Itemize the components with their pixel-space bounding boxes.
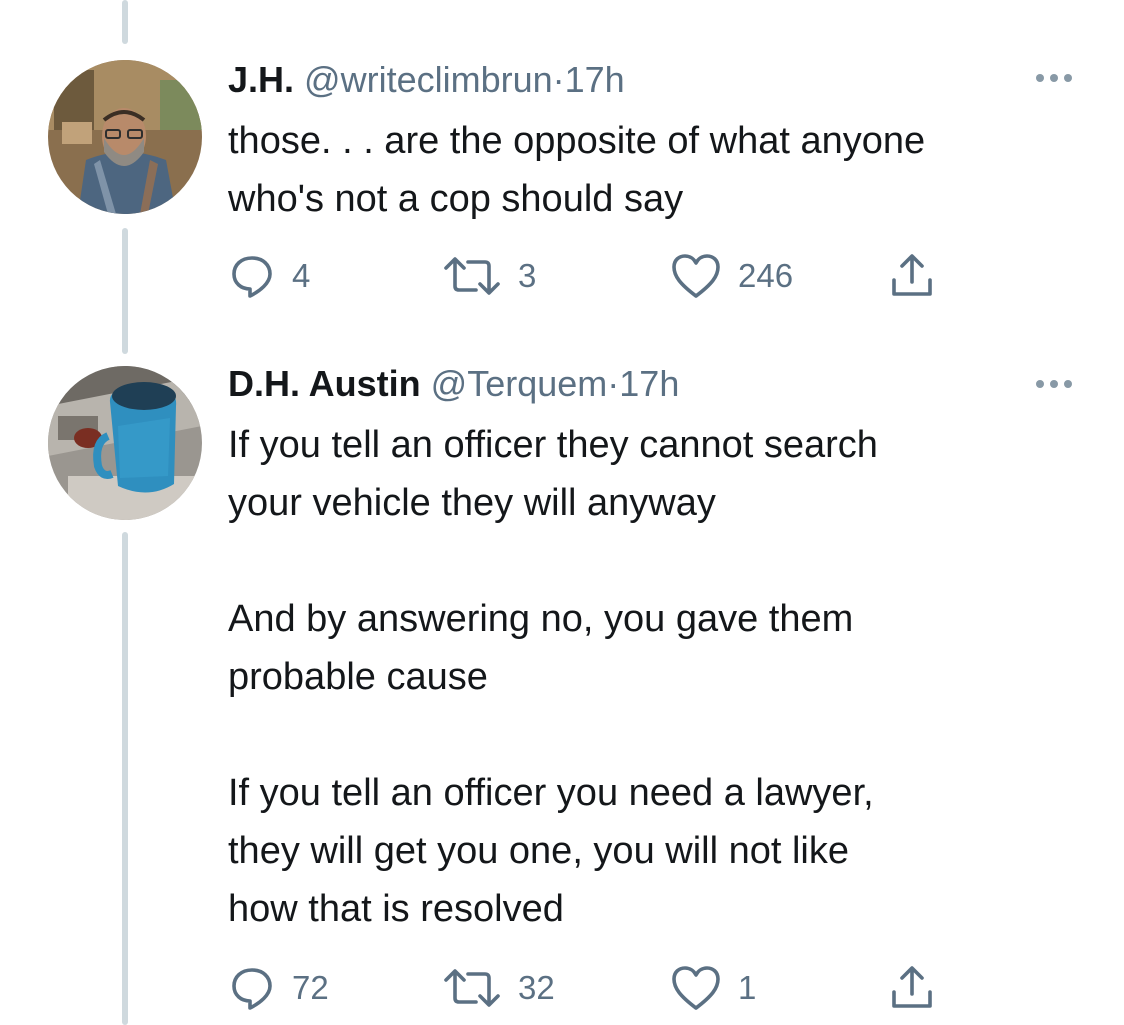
heart-icon: [670, 252, 722, 300]
reply-button[interactable]: 72: [228, 964, 329, 1012]
reply-icon: [228, 252, 276, 300]
thread-line-bottom: [122, 532, 128, 1025]
more-options-icon[interactable]: [1036, 380, 1072, 388]
heart-icon: [670, 964, 722, 1012]
thread-line-middle: [122, 228, 128, 354]
more-options-icon[interactable]: [1036, 74, 1072, 82]
user-handle[interactable]: @writeclimbrun: [304, 59, 553, 100]
display-name[interactable]: D.H. Austin: [228, 363, 421, 404]
tweet-text: those. . . are the opposite of what anyo…: [228, 120, 926, 220]
reply-count: 72: [292, 969, 329, 1006]
display-name[interactable]: J.H.: [228, 59, 294, 100]
timestamp[interactable]: 17h: [619, 363, 679, 404]
separator: ·: [552, 59, 565, 100]
reply-button[interactable]: 4: [228, 252, 310, 300]
retweet-icon: [442, 964, 502, 1012]
retweet-button[interactable]: 32: [442, 964, 555, 1012]
retweet-icon: [442, 252, 502, 300]
thread-line-top: [122, 0, 128, 44]
timestamp[interactable]: 17h: [565, 59, 625, 100]
like-count: 246: [738, 257, 794, 294]
share-icon: [888, 964, 936, 1012]
like-count: 1: [738, 969, 757, 1006]
reply-count: 4: [292, 257, 311, 294]
tweet-actions: 72 32 1: [228, 964, 948, 1014]
tweet-text: If you tell an officer they cannot searc…: [228, 424, 878, 930]
retweet-count: 3: [518, 257, 537, 294]
reply-icon: [228, 964, 276, 1012]
separator: ·: [607, 363, 620, 404]
share-button[interactable]: [888, 964, 936, 1012]
share-button[interactable]: [888, 252, 936, 300]
tweet-header: D.H. Austin @Terquem·17h: [228, 362, 679, 406]
avatar[interactable]: [48, 366, 202, 520]
share-icon: [888, 252, 936, 300]
tweet-actions: 4 3 246: [228, 252, 948, 302]
like-button[interactable]: 246: [670, 252, 793, 300]
retweet-button[interactable]: 3: [442, 252, 536, 300]
tweet-header: J.H. @writeclimbrun·17h: [228, 58, 625, 102]
user-handle[interactable]: @Terquem: [431, 363, 608, 404]
avatar[interactable]: [48, 60, 202, 214]
retweet-count: 32: [518, 969, 555, 1006]
like-button[interactable]: 1: [670, 964, 756, 1012]
